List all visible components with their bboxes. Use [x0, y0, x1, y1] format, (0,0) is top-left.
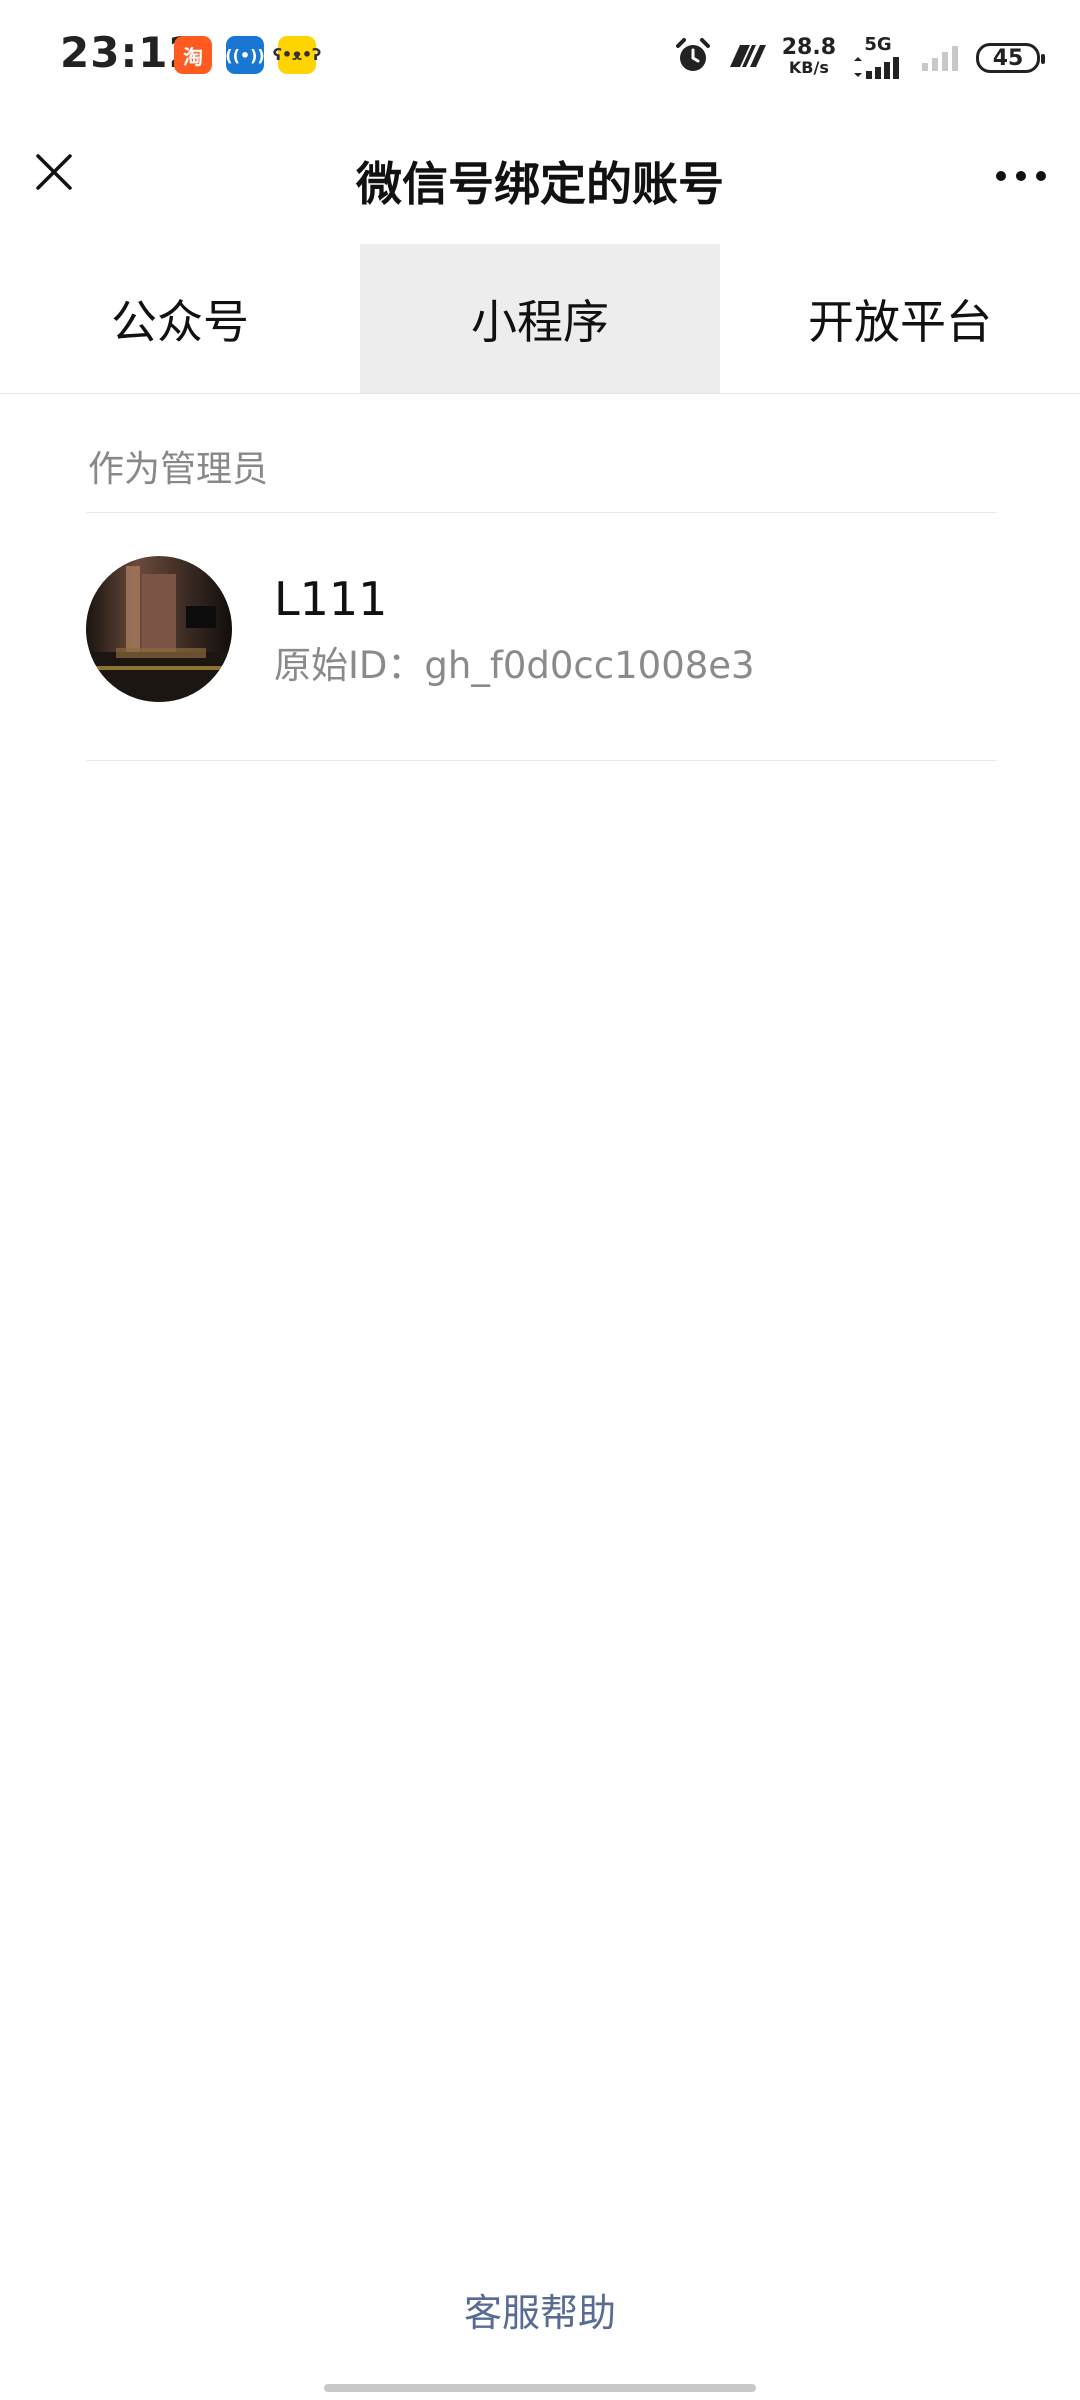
section-label-admin: 作为管理员 [88, 449, 269, 490]
alarm-icon [674, 37, 712, 79]
divider [86, 512, 996, 513]
signal-5g: 5G [850, 33, 906, 82]
network-speed: 28.8 KB/s [781, 35, 836, 78]
page-title: 微信号绑定的账号 [356, 157, 724, 211]
tab-official-account[interactable]: 公众号 [0, 244, 360, 393]
network-type: 5G [864, 33, 892, 55]
account-type-tabs: 公众号 小程序 开放平台 [0, 244, 1080, 394]
notification-icons: 淘 ((•)) ʕ•ᴥ•ʔ [174, 36, 321, 74]
bear-app-icon: ʕ•ᴥ•ʔ [273, 36, 321, 74]
signal-strength-icon [854, 56, 899, 79]
network-speed-value: 28.8 [781, 35, 836, 60]
account-info: L111 原始ID：gh_f0d0cc1008e3 [274, 569, 755, 689]
account-name: L111 [274, 572, 388, 626]
signal-strength-secondary-icon [922, 46, 958, 71]
status-bar: 23:12 淘 ((•)) ʕ•ᴥ•ʔ 28.8 KB/s 5G 45 [0, 0, 1080, 116]
network-speed-unit: KB/s [788, 58, 829, 77]
home-indicator[interactable] [324, 2384, 756, 2392]
status-indicators: 28.8 KB/s 5G 45 [674, 33, 1045, 82]
tab-open-platform[interactable]: 开放平台 [720, 244, 1080, 393]
customer-service-help-link[interactable]: 客服帮助 [0, 2282, 1080, 2337]
account-original-id: 原始ID：gh_f0d0cc1008e3 [274, 644, 755, 687]
battery-icon: 45 [976, 43, 1045, 73]
nav-header: 微信号绑定的账号 [0, 116, 1080, 244]
taobao-icon: 淘 [174, 36, 212, 74]
account-list-item[interactable]: L111 原始ID：gh_f0d0cc1008e3 [86, 556, 996, 702]
divider [86, 760, 996, 761]
more-button[interactable] [986, 146, 1056, 206]
tab-mini-program[interactable]: 小程序 [360, 244, 720, 393]
nfc-icon [726, 41, 768, 75]
more-icon [996, 171, 1046, 181]
avatar [86, 556, 232, 702]
hotspot-icon: ((•)) [225, 36, 265, 74]
